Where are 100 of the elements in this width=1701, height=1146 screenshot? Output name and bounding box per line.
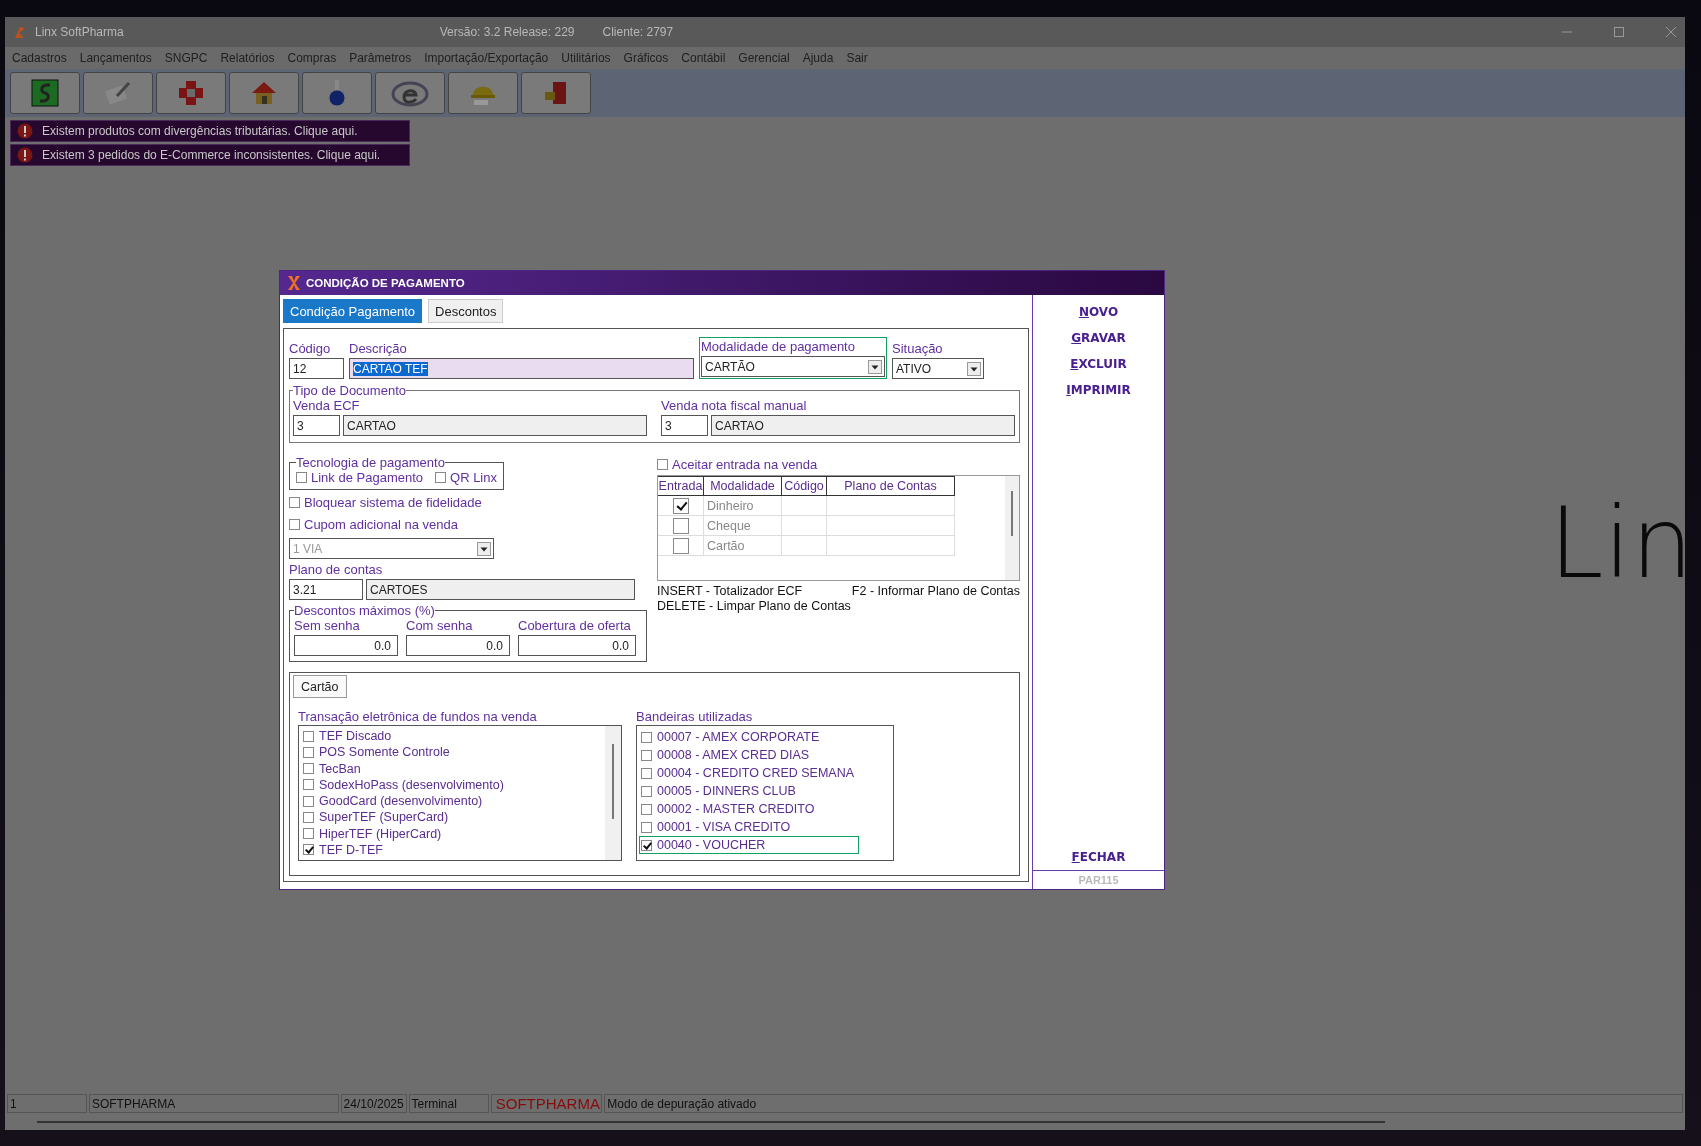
list-item[interactable]: HiperTEF (HiperCard) xyxy=(301,825,509,842)
table-cell xyxy=(782,536,827,556)
table-cell: Dinheiro xyxy=(704,496,782,516)
checkbox-box[interactable] xyxy=(641,821,652,833)
checkbox-box[interactable] xyxy=(303,763,314,775)
list-item[interactable]: TEF D-TEF xyxy=(301,841,509,858)
description-field[interactable]: CARTAO TEF xyxy=(349,358,694,379)
checkbox-box[interactable] xyxy=(672,497,689,514)
list-item[interactable]: 00005 - DINNERS CLUB xyxy=(639,782,860,800)
checkbox-box[interactable] xyxy=(303,828,314,840)
table-cell: Cheque xyxy=(704,516,782,536)
checkbox[interactable]: Aceitar entrada na venda xyxy=(657,455,1020,474)
checkbox-box[interactable] xyxy=(303,746,314,758)
field-label: Com senha xyxy=(406,618,474,633)
checkbox-box[interactable] xyxy=(657,459,668,470)
column-header[interactable]: Entrada xyxy=(658,476,704,496)
account-code-field[interactable]: 3.21 xyxy=(289,579,363,600)
tab[interactable]: Descontos xyxy=(428,299,504,323)
checkbox-box[interactable] xyxy=(672,517,689,534)
toolbar-button[interactable] xyxy=(521,72,591,114)
item-label: 00040 - VOUCHER xyxy=(657,838,766,852)
alert-icon xyxy=(17,147,33,163)
toolbar-button[interactable] xyxy=(229,72,299,114)
background-logo: Lin xyxy=(1549,494,1693,592)
notification-text: Existem produtos com divergências tributárias. Clique aqui. xyxy=(42,124,358,138)
item-label: 00002 - MASTER CREDITO xyxy=(657,802,815,816)
list-item[interactable]: SuperTEF (SuperCard) xyxy=(301,809,509,826)
code-field[interactable]: 12 xyxy=(289,358,344,379)
close-link[interactable]: FECHAR xyxy=(1071,850,1126,864)
action-link[interactable]: EXCLUIR xyxy=(1070,357,1127,371)
action-link[interactable]: NOVO xyxy=(1078,305,1119,319)
toolbar-button[interactable] xyxy=(83,72,153,114)
item-label: SuperTEF (SuperCard) xyxy=(319,810,449,825)
action-link[interactable]: IMPRIMIR xyxy=(1066,383,1131,397)
status-cell: SOFTPHARMA xyxy=(491,1094,603,1113)
scrollbar-thumb[interactable] xyxy=(612,744,614,819)
scrollbar-thumb[interactable] xyxy=(1011,491,1013,536)
column-header[interactable]: Código xyxy=(782,476,827,496)
checkbox-box[interactable] xyxy=(641,839,652,851)
list-item[interactable]: TEF Discado xyxy=(301,728,509,745)
maximize-icon[interactable] xyxy=(1613,26,1625,38)
list-item[interactable]: GoodCard (desenvolvimento) xyxy=(301,793,509,810)
checkbox[interactable]: QR Linx xyxy=(435,470,497,485)
list-item[interactable]: POS Somente Controle xyxy=(301,744,509,761)
checkbox-box[interactable] xyxy=(289,497,300,508)
scrollbar[interactable] xyxy=(605,726,621,860)
column-header[interactable]: Modalidade xyxy=(704,476,782,496)
checkbox[interactable]: Cupom adicional na venda xyxy=(289,515,651,534)
checkbox-box[interactable] xyxy=(672,537,689,554)
scrollbar[interactable] xyxy=(37,1121,1385,1123)
column-header[interactable]: Plano de Contas xyxy=(827,476,955,496)
payment-mode-dropdown[interactable]: CARTÃO xyxy=(701,356,885,377)
checkbox-box[interactable] xyxy=(303,795,314,807)
toolbar-button[interactable] xyxy=(375,72,445,114)
checkbox-box[interactable] xyxy=(296,472,307,483)
checkbox-box[interactable] xyxy=(641,803,652,815)
item-label: TEF Discado xyxy=(319,729,392,744)
checkbox-box[interactable] xyxy=(641,731,652,743)
checkbox[interactable]: Bloquear sistema de fidelidade xyxy=(289,493,651,512)
notification-bar[interactable]: Existem 3 pedidos do E-Commerce inconsistentes. Clique aqui. xyxy=(10,144,410,166)
discount-field[interactable]: 0.0 xyxy=(406,635,510,656)
discount-field[interactable]: 0.0 xyxy=(518,635,636,656)
list-item[interactable]: 00040 - VOUCHER xyxy=(639,836,860,854)
field-label: Código xyxy=(289,341,332,356)
item-label: 00007 - AMEX CORPORATE xyxy=(657,730,820,744)
field-label: Venda ECF xyxy=(293,398,361,413)
notification-text: Existem 3 pedidos do E-Commerce inconsistentes. Clique aqui. xyxy=(42,148,381,162)
code-field[interactable]: 3 xyxy=(661,415,708,436)
checkbox-box[interactable] xyxy=(303,730,314,742)
checkbox-box[interactable] xyxy=(641,767,652,779)
checkbox-box[interactable] xyxy=(435,472,447,483)
list-item[interactable]: SodexHoPass (desenvolvimento) xyxy=(301,776,509,793)
checkbox-box[interactable] xyxy=(303,844,314,856)
action-link[interactable]: GRAVAR xyxy=(1071,331,1126,345)
checkbox-box[interactable] xyxy=(303,811,314,823)
notification-bar[interactable]: Existem produtos com divergências tributárias. Clique aqui. xyxy=(10,120,410,142)
close-icon[interactable] xyxy=(1665,26,1677,38)
list-item[interactable]: 00007 - AMEX CORPORATE xyxy=(639,728,860,746)
list-item[interactable]: 00001 - VISA CREDITO xyxy=(639,818,860,836)
toolbar-button[interactable] xyxy=(156,72,226,114)
checkbox-box[interactable] xyxy=(641,785,652,797)
status-cell: Modo de depuração ativado xyxy=(604,1094,1683,1113)
list-item[interactable]: 00002 - MASTER CREDITO xyxy=(639,800,860,818)
code-field[interactable]: 3 xyxy=(293,415,340,436)
toolbar-button[interactable] xyxy=(448,72,518,114)
scrollbar[interactable] xyxy=(1005,476,1019,580)
list-item[interactable]: 00004 - CREDITO CRED SEMANA xyxy=(639,764,860,782)
checkbox-box[interactable] xyxy=(641,749,652,761)
field-label: Situação xyxy=(892,341,944,356)
list-item[interactable]: TecBan xyxy=(301,760,509,777)
discount-field[interactable]: 0.0 xyxy=(294,635,398,656)
status-dropdown[interactable]: ATIVO xyxy=(892,358,984,379)
list-item[interactable]: 00008 - AMEX CRED DIAS xyxy=(639,746,860,764)
tab[interactable]: Cartão xyxy=(293,675,347,698)
toolbar-button[interactable] xyxy=(302,72,372,114)
group-legend: Tipo de Documento xyxy=(293,383,406,398)
tab[interactable]: Condição Pagamento xyxy=(283,299,423,323)
toolbar-button[interactable] xyxy=(10,72,80,114)
checkbox-box[interactable] xyxy=(289,519,300,530)
checkbox-box[interactable] xyxy=(303,779,314,791)
